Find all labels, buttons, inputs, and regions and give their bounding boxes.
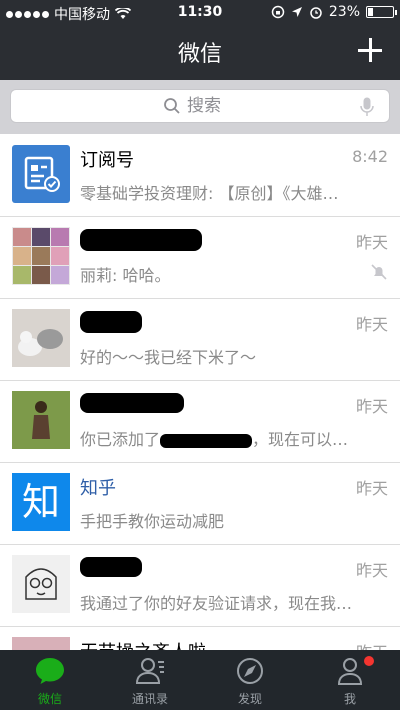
battery-level-fill xyxy=(368,8,373,16)
preview-tail: ，现在可以… xyxy=(252,430,349,449)
search-icon xyxy=(164,98,180,114)
search-input[interactable] xyxy=(187,96,237,116)
avatar xyxy=(12,391,70,449)
chat-time: 昨天 xyxy=(355,315,388,334)
tab-me[interactable]: 我 xyxy=(300,650,400,710)
chat-preview: 零基础学投资理财: 【原创】《大雄… xyxy=(80,184,339,203)
rotation-lock-icon xyxy=(271,5,285,19)
page-title: 微信 xyxy=(177,42,222,67)
header: 中国移动 11:30 23% 微信 xyxy=(0,0,400,80)
tab-discover[interactable]: 发现 xyxy=(200,650,300,710)
avatar: 知 xyxy=(12,473,70,531)
add-button[interactable] xyxy=(354,34,386,66)
tab-label: 通讯录 xyxy=(131,692,168,706)
chat-preview: 丽莉: 哈哈。 xyxy=(80,266,171,285)
subscription-icon xyxy=(24,156,60,192)
sketch-avatar-icon xyxy=(25,568,57,600)
chat-name: 订阅号 xyxy=(80,150,134,171)
avatar xyxy=(12,227,70,285)
chat-time: 昨天 xyxy=(355,233,388,252)
microphone-icon[interactable] xyxy=(359,97,375,117)
chat-preview: 我通过了你的好友验证请求，现在我… xyxy=(80,594,353,613)
tab-chats[interactable]: 微信 xyxy=(0,650,100,710)
contacts-icon xyxy=(135,658,164,684)
search-area xyxy=(0,80,400,134)
chat-time: 昨天 xyxy=(355,397,388,416)
chat-preview: 你已添加了 ，现在可以… xyxy=(80,426,385,450)
alarm-icon xyxy=(310,7,322,19)
tab-label: 微信 xyxy=(37,692,62,706)
chat-item[interactable]: 昨天 你已添加了 ，现在可以… xyxy=(0,381,400,463)
search-box[interactable] xyxy=(10,89,390,123)
avatar xyxy=(12,145,70,203)
chat-item-subscriptions[interactable]: 订阅号 8:42 零基础学投资理财: 【原创】《大雄… xyxy=(0,135,400,217)
redacted-name xyxy=(80,311,142,333)
redacted-name xyxy=(80,393,184,413)
chat-item[interactable]: 昨天 我通过了你的好友验证请求，现在我… xyxy=(0,545,400,627)
portrait-photo-icon xyxy=(12,391,70,449)
chat-preview: 手把手教你运动减肥 xyxy=(80,512,225,531)
mute-bell-icon xyxy=(371,264,387,280)
chat-preview: 好的～～我已经下米了～ xyxy=(80,348,257,367)
tab-label: 我 xyxy=(343,692,356,706)
tab-contacts[interactable]: 通讯录 xyxy=(100,650,200,710)
avatar xyxy=(12,555,70,613)
chat-item-group[interactable]: 昨天 丽莉: 哈哈。 xyxy=(0,217,400,299)
avatar xyxy=(12,309,70,367)
person-icon xyxy=(337,658,363,685)
redacted-name xyxy=(80,229,202,251)
chat-item-zhihu[interactable]: 知 知乎 昨天 手把手教你运动减肥 xyxy=(0,463,400,545)
chat-time: 8:42 xyxy=(352,147,388,166)
status-bar: 中国移动 11:30 23% xyxy=(0,0,400,26)
tab-label: 发现 xyxy=(237,692,262,706)
redacted-name xyxy=(80,557,142,577)
redacted-text xyxy=(160,433,253,448)
notification-badge xyxy=(364,656,374,666)
chat-item[interactable]: 昨天 好的～～我已经下米了～ xyxy=(0,299,400,381)
avatar xyxy=(12,637,70,650)
chat-item[interactable]: 无节操之齐人啦 昨天 xyxy=(0,627,400,650)
chat-time: 昨天 xyxy=(355,479,388,498)
zhihu-logo-icon: 知 xyxy=(21,480,60,524)
preview-text: 你已添加了 xyxy=(80,430,161,449)
cat-photo-icon xyxy=(12,309,70,367)
location-icon xyxy=(291,7,302,17)
battery-percent: 23% xyxy=(328,4,360,20)
chat-list: 订阅号 8:42 零基础学投资理财: 【原创】《大雄… 昨天 丽莉: 哈哈。 昨… xyxy=(0,135,400,650)
chat-bubble-icon xyxy=(36,658,64,684)
status-right: 23% xyxy=(271,4,397,20)
chat-name: 无节操之齐人啦 xyxy=(80,638,206,650)
chat-time: 昨天 xyxy=(355,561,388,580)
chat-name: 知乎 xyxy=(80,478,116,499)
battery-icon xyxy=(366,6,397,18)
tab-bar: 微信 通讯录 发现 我 xyxy=(0,650,400,710)
compass-icon xyxy=(237,658,263,684)
chat-time: 昨天 xyxy=(356,639,388,650)
